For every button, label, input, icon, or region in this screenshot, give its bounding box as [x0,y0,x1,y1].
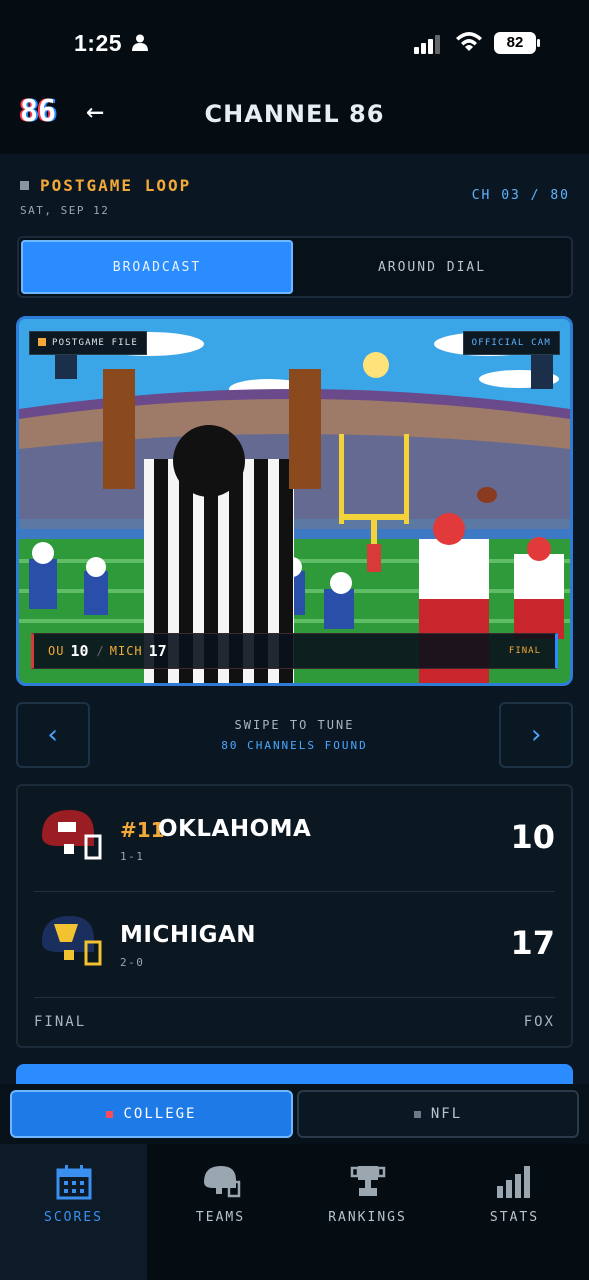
page-title: CHANNEL 86 [204,100,385,128]
program-info: POSTGAME LOOP SAT, SEP 12 CH 03 / 80 [20,176,570,226]
bar-chart-icon [497,1166,530,1198]
league-college-label: COLLEGE [123,1106,197,1122]
helmet-oklahoma-icon [42,810,102,860]
game-final-status: FINAL [34,1014,87,1030]
team-score: 10 [510,818,555,856]
next-channel-button[interactable]: › [499,702,573,768]
badge-dot-icon [38,338,46,346]
tab-stats-label: STATS [489,1210,540,1225]
calendar-icon [56,1165,91,1200]
score-separator: / [96,644,104,658]
postgame-file-badge: POSTGAME FILE [29,331,148,355]
tuner-title: SWIPE TO TUNE [234,718,355,732]
postgame-file-label: POSTGAME FILE [52,338,139,348]
program-date: SAT, SEP 12 [20,204,110,217]
away-score: 17 [148,642,167,660]
hero-scorebar: OU 10 / MICH 17 FINAL [31,633,558,669]
previous-channel-button[interactable]: ‹ [16,702,90,768]
team-score: 17 [510,924,555,962]
person-icon [132,34,148,51]
tab-broadcast[interactable]: BROADCAST [21,240,293,294]
league-switcher: COLLEGE NFL [0,1084,589,1144]
tab-teams-label: TEAMS [195,1210,246,1225]
team-row: MICHIGAN 2-0 17 [18,892,571,996]
stadium-scene [19,319,570,683]
tv-network: FOX [523,1014,555,1030]
helmet-icon [203,1166,240,1198]
team-record: 1-1 [120,850,145,863]
home-abbr: OU [48,644,65,658]
chevron-right-icon: › [528,720,544,750]
bottom-tab-bar: SCORES TEAMS RANKINGS STATS [0,1144,589,1280]
tab-stats[interactable]: STATS [441,1144,589,1280]
home-score: 10 [70,642,89,660]
channel-tuner: ‹ SWIPE TO TUNE 80 CHANNELS FOUND › [16,702,573,768]
helmet-michigan-icon [42,916,102,966]
game-status: FINAL [508,646,541,656]
row-divider [34,997,555,998]
away-abbr: MICH [109,644,143,658]
cellular-signal-icon [414,35,440,54]
program-title: POSTGAME LOOP [40,176,192,195]
battery-indicator: 82 [494,32,540,54]
tab-teams[interactable]: TEAMS [147,1144,294,1280]
broadcast-screen[interactable]: POSTGAME FILE OFFICIAL CAM OU 10 / MICH … [16,316,573,686]
team-row: #11 OKLAHOMA 1-1 10 [18,786,571,890]
wifi-icon [456,32,482,51]
official-cam-badge: OFFICIAL CAM [462,331,560,355]
league-nfl-button[interactable]: NFL [297,1090,579,1138]
status-time: 1:25 [74,30,123,56]
tab-rankings[interactable]: RANKINGS [294,1144,441,1280]
tab-rankings-label: RANKINGS [328,1210,407,1225]
league-dot-icon [413,1110,421,1118]
app-header: 86 ← CHANNEL 86 [0,80,589,154]
team-name: OKLAHOMA [158,816,312,842]
tab-scores[interactable]: SCORES [0,1144,147,1280]
tab-scores-label: SCORES [44,1210,103,1225]
view-switcher: BROADCAST AROUND DIAL [17,236,573,298]
status-bar: 1:25 82 [0,0,589,80]
trophy-icon [350,1166,385,1196]
team-record: 2-0 [120,956,145,969]
tab-around-dial[interactable]: AROUND DIAL [295,240,569,294]
program-marker-icon [20,181,29,190]
game-scorecard[interactable]: #11 OKLAHOMA 1-1 10 MICHIGAN 2-0 17 FINA… [16,784,573,1048]
league-nfl-label: NFL [430,1106,463,1122]
league-dot-icon [106,1110,114,1118]
team-name: MICHIGAN [120,922,257,948]
channel-indicator: CH 03 / 80 [471,188,570,203]
league-college-button[interactable]: COLLEGE [10,1090,293,1138]
tuner-subtitle: 80 CHANNELS FOUND [221,739,368,752]
